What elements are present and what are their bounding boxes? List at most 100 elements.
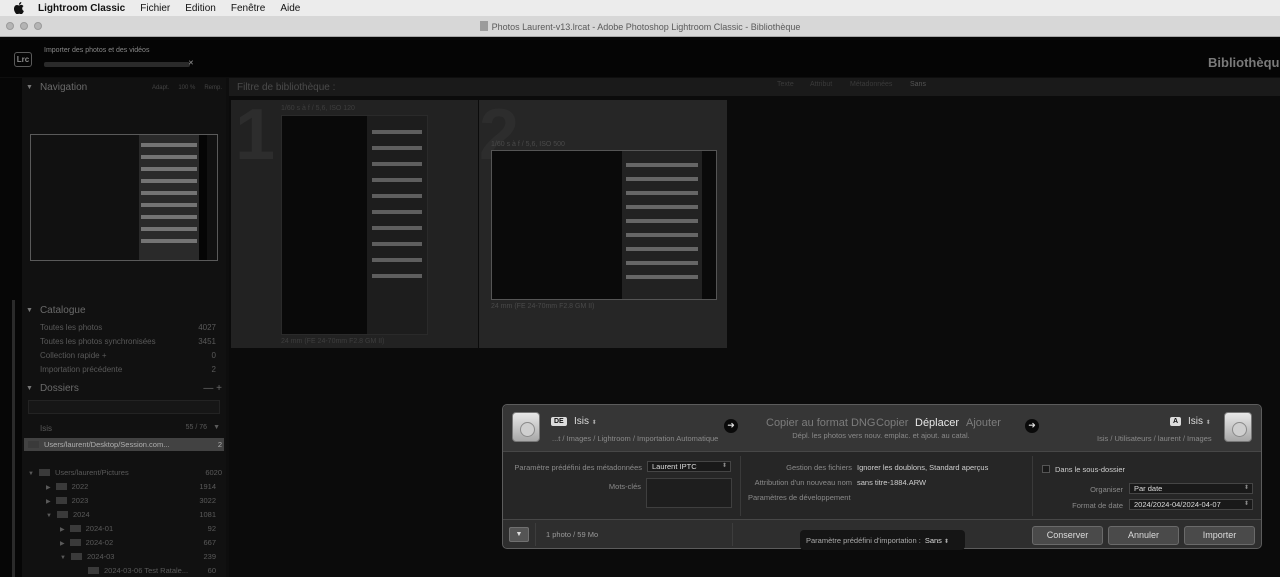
- menu-app-name[interactable]: Lightroom Classic: [38, 3, 125, 14]
- mode-add[interactable]: Ajouter: [966, 417, 1001, 429]
- import-button[interactable]: Importer: [1184, 526, 1255, 545]
- disclosure-icon[interactable]: ▶: [46, 499, 51, 505]
- filter-none[interactable]: Sans: [910, 81, 926, 88]
- photo-exposure-info: 1/60 s à f / 5,6, ISO 500: [491, 141, 565, 148]
- catalog-row-label: Collection rapide +: [40, 351, 107, 360]
- folder-count: 92: [207, 524, 216, 533]
- catalog-row-count: 3451: [198, 337, 216, 346]
- disclosure-icon[interactable]: ▶: [60, 541, 65, 547]
- updown-icon: ⬍: [1243, 501, 1249, 507]
- photo-thumbnail[interactable]: [491, 150, 717, 300]
- app-header: [0, 37, 1280, 77]
- folders-header[interactable]: ▼ Dossiers — +: [26, 383, 222, 394]
- menu-fenetre[interactable]: Fenêtre: [231, 3, 265, 14]
- folder-count: 239: [203, 552, 216, 561]
- menu-aide[interactable]: Aide: [280, 3, 300, 14]
- folder-count: 1914: [199, 482, 216, 491]
- source-selector[interactable]: Isis ⬍: [574, 416, 597, 427]
- metadata-preset-value: Laurent IPTC: [652, 462, 697, 471]
- collapse-triangle-icon[interactable]: ▼: [26, 84, 33, 91]
- folder-icon: [28, 441, 39, 448]
- disclosure-icon[interactable]: ▶: [60, 527, 65, 533]
- filter-text[interactable]: Texte: [777, 81, 794, 88]
- volume-row[interactable]: Isis 55 / 76 ▼: [40, 424, 220, 433]
- mode-copy-dng[interactable]: Copier au format DNG: [766, 417, 875, 429]
- folder-search-field[interactable]: [28, 400, 220, 414]
- catalog-row-count: 4027: [198, 323, 216, 332]
- disclosure-icon[interactable]: ▼: [60, 555, 66, 561]
- catalog-row[interactable]: Toutes les photos synchronisées 3451: [40, 337, 216, 346]
- collapse-triangle-icon[interactable]: ▼: [26, 307, 33, 314]
- file-handling-value[interactable]: Ignorer les doublons, Standard aperçus: [857, 463, 988, 472]
- metadata-preset-select[interactable]: Laurent IPTC ⬍: [647, 461, 731, 472]
- destination-path: Isis / Utilisateurs / laurent / Images: [1097, 434, 1212, 443]
- subfolder-checkbox[interactable]: [1042, 465, 1050, 473]
- keywords-label: Mots-clés: [608, 482, 641, 491]
- navigator-header[interactable]: ▼ Navigation Adapt. 100 % Remp.: [26, 82, 222, 93]
- folder-label: 2024-02: [85, 538, 114, 547]
- keywords-field[interactable]: [646, 478, 732, 508]
- menu-bar: Lightroom Classic Fichier Edition Fenêtr…: [0, 0, 1280, 16]
- filter-attribute[interactable]: Attribut: [810, 81, 832, 88]
- folder-row[interactable]: Users/laurent/Desktop/Session.com... 2: [28, 440, 222, 449]
- photo-lens-info: 24 mm (FE 24-70mm F2.8 GM II): [281, 338, 385, 345]
- folder-row[interactable]: ▼ 2024-03 239: [60, 552, 216, 561]
- folder-row[interactable]: ▶ 2022 1914: [46, 482, 216, 491]
- catalog-row[interactable]: Importation précédente 2: [40, 365, 216, 374]
- cancel-button[interactable]: Annuler: [1108, 526, 1179, 545]
- chevron-down-icon: ▼: [515, 531, 523, 538]
- menu-edition[interactable]: Edition: [185, 3, 216, 14]
- updown-icon: ⬍: [1243, 485, 1249, 491]
- zoom-fit-option[interactable]: Adapt.: [152, 85, 169, 91]
- disclosure-icon[interactable]: ▼: [46, 513, 52, 519]
- develop-settings-label[interactable]: Paramètres de développement: [748, 493, 851, 502]
- filter-metadata[interactable]: Métadonnées: [850, 81, 892, 88]
- left-edge: [0, 78, 22, 577]
- volume-expand-icon[interactable]: ▼: [213, 424, 220, 433]
- folder-row[interactable]: ▶ 2024-01 92: [60, 524, 216, 533]
- organize-value: Par date: [1134, 484, 1163, 493]
- navigator-preview[interactable]: [30, 134, 218, 261]
- folder-row[interactable]: 2024-03-06 Test Ratale... 60: [88, 566, 216, 575]
- updown-icon: ⬍: [944, 539, 950, 545]
- folder-icon: [69, 525, 81, 532]
- cancel-task-icon[interactable]: ✕: [188, 59, 194, 67]
- expand-dialog-button[interactable]: ▼: [509, 527, 529, 542]
- left-panel-scrollbar[interactable]: [12, 300, 15, 577]
- folder-icon: [69, 539, 81, 546]
- collapse-triangle-icon[interactable]: ▼: [26, 385, 33, 392]
- photo-thumbnail[interactable]: [281, 115, 428, 335]
- add-folder-icon[interactable]: — +: [203, 383, 222, 394]
- zoom-fill-option[interactable]: Remp.: [204, 85, 222, 91]
- catalog-header[interactable]: ▼ Catalogue: [26, 305, 86, 316]
- divider: [1032, 456, 1033, 516]
- rename-value[interactable]: sans titre-1884.ARW: [857, 478, 926, 487]
- disclosure-icon[interactable]: ▼: [28, 471, 34, 477]
- mode-copy[interactable]: Copier: [876, 417, 908, 429]
- photo-exposure-info: 1/60 s à f / 5,6, ISO 120: [281, 105, 355, 112]
- catalog-row[interactable]: Toutes les photos 4027: [40, 323, 216, 332]
- folder-row[interactable]: ▼ Users/laurent/Pictures 6020: [28, 468, 222, 477]
- module-title[interactable]: Bibliothèque: [1208, 55, 1280, 70]
- folder-row[interactable]: ▶ 2023 3022: [46, 496, 216, 505]
- apple-icon[interactable]: [12, 1, 26, 15]
- folder-count: 3022: [199, 496, 216, 505]
- lrc-logo: Lrc: [14, 52, 32, 67]
- divider: [535, 523, 536, 546]
- import-preset-selector[interactable]: Paramètre prédéfini d'importation : Sans …: [800, 530, 965, 550]
- mode-move[interactable]: Déplacer: [915, 417, 959, 429]
- zoom-100-option[interactable]: 100 %: [178, 85, 195, 91]
- folder-count: 2: [217, 440, 222, 449]
- folder-row[interactable]: ▶ 2024-02 667: [60, 538, 216, 547]
- organize-select[interactable]: Par date ⬍: [1129, 483, 1253, 494]
- menu-fichier[interactable]: Fichier: [140, 3, 170, 14]
- catalog-title: Catalogue: [39, 305, 86, 316]
- catalog-row[interactable]: Collection rapide + 0: [40, 351, 216, 360]
- destination-selector[interactable]: Isis ⬍: [1188, 416, 1211, 427]
- disclosure-icon[interactable]: ▶: [46, 485, 51, 491]
- keep-button[interactable]: Conserver: [1032, 526, 1103, 545]
- rename-label: Attribution d'un nouveau nom: [754, 478, 852, 487]
- mode-description: Dépl. les photos vers nouv. emplac. et a…: [792, 431, 970, 440]
- date-format-select[interactable]: 2024/2024-04/2024-04-07 ⬍: [1129, 499, 1253, 510]
- folder-row[interactable]: ▼ 2024 1081: [46, 510, 216, 519]
